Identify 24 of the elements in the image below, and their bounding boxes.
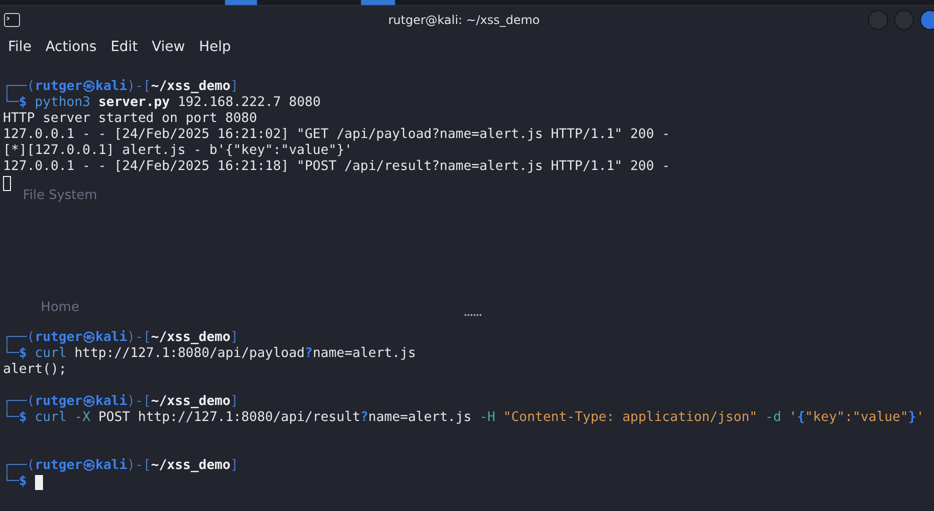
terminal-line: ┌──(rutger㉿kali)-[~/xss_demo]	[3, 458, 238, 473]
menu-item[interactable]: View	[152, 39, 185, 55]
terminal-line: HTTP server started on port 8080	[3, 111, 258, 127]
terminal-icon	[4, 13, 20, 27]
desktop-icon-label: Home	[40, 300, 80, 315]
terminal-line: 127.0.0.1 - - [24/Feb/2025 16:21:02] "GET /api/payload?name=alert.js HTTP/1.1" 200 -	[3, 127, 670, 143]
terminal-line: └─$	[3, 474, 27, 490]
window-title: rutger@kali: ~/xss_demo	[388, 13, 540, 27]
split-handle[interactable]	[464, 314, 482, 316]
terminal-line: alert();	[3, 362, 67, 378]
desktop-icon-label: File System	[22, 188, 98, 203]
menu-item[interactable]: Actions	[45, 39, 97, 55]
terminal-line: [*][127.0.0.1] alert.js - b'{"key":"value"}'	[3, 143, 352, 159]
menu-item[interactable]: Help	[198, 39, 231, 55]
terminal-line: ┌──(rutger㉿kali)-[~/xss_demo]	[3, 79, 238, 94]
terminal-line: └─$ curl http://127.1:8080/api/payload?name=alert.js	[3, 346, 416, 362]
terminal-line: └─$ python3 server.py 192.168.222.7 8080	[3, 95, 321, 111]
terminal-line: └─$ curl -X POST http://127.1:8080/api/result?name=alert.js -H "Content-Type: application/json" -d '{"key":"value"}'	[3, 410, 924, 426]
terminal-line: ┌──(rutger㉿kali)-[~/xss_demo]	[3, 394, 238, 409]
terminal-line: 127.0.0.1 - - [24/Feb/2025 16:21:18] "POST /api/result?name=alert.js HTTP/1.1" 200 -	[3, 159, 670, 175]
menu-item[interactable]: Edit	[110, 39, 138, 55]
menu-item[interactable]: File	[8, 39, 32, 55]
terminal-line: ┌──(rutger㉿kali)-[~/xss_demo]	[3, 330, 238, 345]
close-button[interactable]	[920, 10, 934, 30]
